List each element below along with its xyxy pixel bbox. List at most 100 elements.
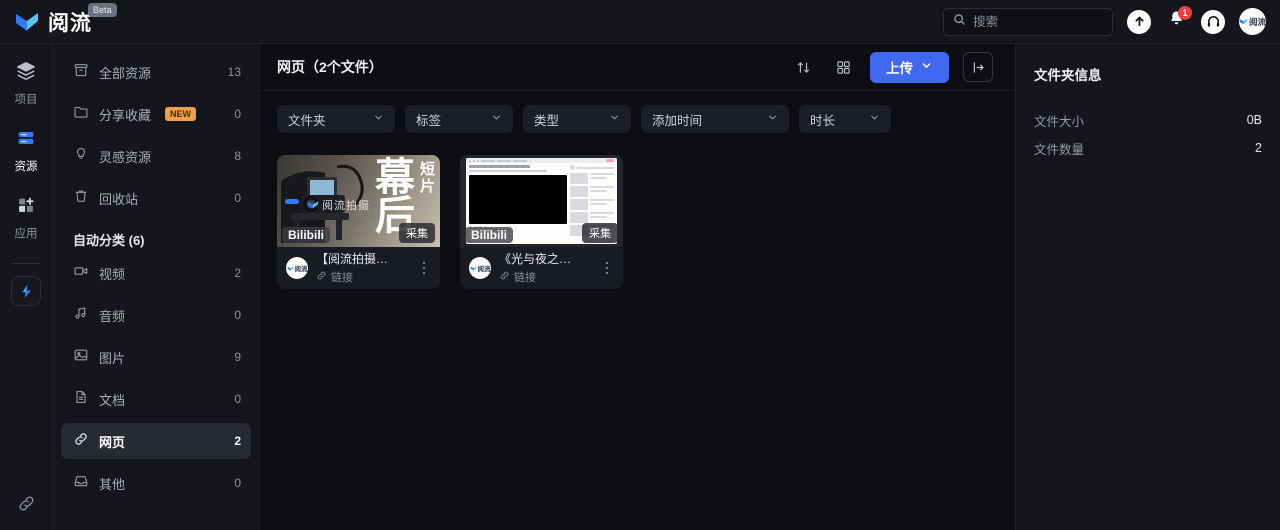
sidebar-count-shared-favorites: 0 <box>234 107 241 121</box>
filter-type[interactable]: 类型 <box>523 105 631 133</box>
card-footer: 阅流 《光与夜之… 链接 <box>460 247 623 289</box>
sort-arrows-icon[interactable] <box>790 54 816 80</box>
card-avatar-label: 阅流 <box>477 266 491 273</box>
filter-tag[interactable]: 标签 <box>405 105 513 133</box>
layers-icon <box>15 60 37 87</box>
main-header: 网页（2个文件） 上传 <box>260 44 1015 91</box>
chevron-logo-icon <box>14 9 40 35</box>
filter-added-time-label: 添加时间 <box>652 113 703 128</box>
rail-divider <box>11 263 41 264</box>
link-icon <box>73 431 89 452</box>
panel-expand-icon[interactable] <box>963 52 993 82</box>
sidebar-item-audio[interactable]: 音频 0 <box>61 297 251 333</box>
brand-name: 阅流 <box>48 11 92 35</box>
rail-label-projects: 项目 <box>14 94 38 106</box>
sidebar-label-webpage: 网页 <box>99 434 126 450</box>
upload-button[interactable]: 上传 <box>870 51 949 83</box>
document-icon <box>73 389 89 410</box>
trash-icon <box>73 188 89 209</box>
sidebar-item-other[interactable]: 其他 0 <box>61 465 251 501</box>
chevron-logo-icon <box>287 265 293 271</box>
avatar[interactable]: 阅流 <box>1239 8 1266 35</box>
file-card[interactable]: Bilibili 采集 阅流 《光与夜之… 链接 <box>460 155 623 289</box>
filter-type-label: 类型 <box>534 113 560 128</box>
card-avatar: 阅流 <box>286 257 308 279</box>
sidebar-label-shared-favorites: 分享收藏 <box>99 107 152 123</box>
link-icon <box>499 270 510 284</box>
more-vertical-icon[interactable] <box>599 261 615 275</box>
search-input[interactable] <box>973 14 1103 29</box>
info-value-file-count: 2 <box>1255 141 1262 155</box>
search-box[interactable] <box>943 7 1113 36</box>
sidebar-count-inspiration: 8 <box>234 149 241 163</box>
inbox-icon <box>73 473 89 494</box>
card-title: 【阅流拍摄… <box>316 251 389 266</box>
filter-duration[interactable]: 时长 <box>799 105 891 133</box>
chevron-logo-icon <box>307 201 319 209</box>
file-card[interactable]: 阅流拍摄 幕 后 短片 Bilibili 采集 阅流 【阅流拍摄… 链接 <box>277 155 440 289</box>
card-subtitle-label: 链接 <box>514 271 536 284</box>
rail-label-apps: 应用 <box>14 228 38 240</box>
sidebar-count-other: 0 <box>234 476 241 490</box>
chevron-logo-icon <box>470 265 476 271</box>
sidebar-item-webpage[interactable]: 网页 2 <box>61 423 251 459</box>
notification-count-badge: 1 <box>1178 5 1192 20</box>
info-row-file-size: 文件大小 0B <box>1034 106 1262 134</box>
card-subtitle-label: 链接 <box>331 271 353 284</box>
rail-item-resources[interactable]: 资源 <box>4 127 48 174</box>
archive-icon <box>73 62 89 83</box>
sidebar-count-document: 0 <box>234 392 241 406</box>
sidebar-item-inspiration[interactable]: 灵感资源 8 <box>61 138 251 174</box>
rail-link-button[interactable] <box>17 494 36 518</box>
sidebar-label-recycle-bin: 回收站 <box>99 191 139 207</box>
sidebar-item-image[interactable]: 图片 9 <box>61 339 251 375</box>
collect-badge: 采集 <box>399 223 435 243</box>
notifications-button[interactable]: 1 <box>1165 5 1192 34</box>
chevron-down-icon <box>373 112 384 126</box>
chevron-down-icon <box>767 112 778 126</box>
left-rail: 项目 资源 应用 <box>0 44 53 530</box>
filter-folder-label: 文件夹 <box>288 113 326 128</box>
chevron-down-icon <box>869 112 880 126</box>
filter-tag-label: 标签 <box>416 113 442 128</box>
rail-item-projects[interactable]: 项目 <box>4 60 48 107</box>
card-meta: 【阅流拍摄… 链接 <box>316 252 408 285</box>
support-button[interactable] <box>1201 9 1225 34</box>
brand[interactable]: 阅流 Beta <box>0 2 117 37</box>
filter-folder[interactable]: 文件夹 <box>277 105 395 133</box>
more-vertical-icon[interactable] <box>416 261 432 275</box>
grid-plus-icon <box>15 194 37 221</box>
card-thumbnail[interactable]: 阅流拍摄 幕 后 短片 Bilibili 采集 <box>277 155 440 247</box>
card-thumbnail[interactable]: Bilibili 采集 <box>460 155 623 247</box>
sidebar-item-video[interactable]: 视频 2 <box>61 255 251 291</box>
lightning-app-icon[interactable] <box>11 276 41 306</box>
search-icon <box>953 13 966 31</box>
sidebar-item-recycle-bin[interactable]: 回收站 0 <box>61 180 251 216</box>
chevron-down-icon <box>920 59 933 75</box>
rail-item-apps[interactable]: 应用 <box>4 194 48 241</box>
grid-view-icon[interactable] <box>830 54 856 80</box>
upload-circle-icon <box>1127 9 1151 34</box>
link-icon <box>17 496 36 517</box>
card-avatar-label: 阅流 <box>294 266 308 273</box>
header-tools: 上传 <box>790 51 993 83</box>
chevron-down-icon <box>609 112 620 126</box>
headphones-icon <box>1201 9 1225 34</box>
sidebar-item-all-resources[interactable]: 全部资源 13 <box>61 54 251 90</box>
collect-badge: 采集 <box>582 223 618 243</box>
filter-added-time[interactable]: 添加时间 <box>641 105 789 133</box>
sidebar-item-document[interactable]: 文档 0 <box>61 381 251 417</box>
sidebar-label-other: 其他 <box>99 476 126 492</box>
file-grid: 阅流拍摄 幕 后 短片 Bilibili 采集 阅流 【阅流拍摄… 链接 Bil… <box>260 133 1015 289</box>
upload-button[interactable] <box>1127 9 1151 34</box>
bulb-icon <box>73 146 89 167</box>
sidebar-item-shared-favorites[interactable]: 分享收藏 NEW 0 <box>61 96 251 132</box>
card-title: 《光与夜之… <box>499 251 572 266</box>
sidebar-count-recycle-bin: 0 <box>234 191 241 205</box>
thumbnail-watermark: 阅流拍摄 <box>307 197 370 213</box>
avatar-logo-icon <box>1239 18 1248 25</box>
avatar-label: 阅流 <box>1249 16 1266 27</box>
top-bar-actions: 1 阅流 <box>943 5 1280 36</box>
info-key-file-size: 文件大小 <box>1034 114 1085 129</box>
filter-bar: 文件夹 标签 类型 添加时间 时长 <box>260 91 1015 133</box>
